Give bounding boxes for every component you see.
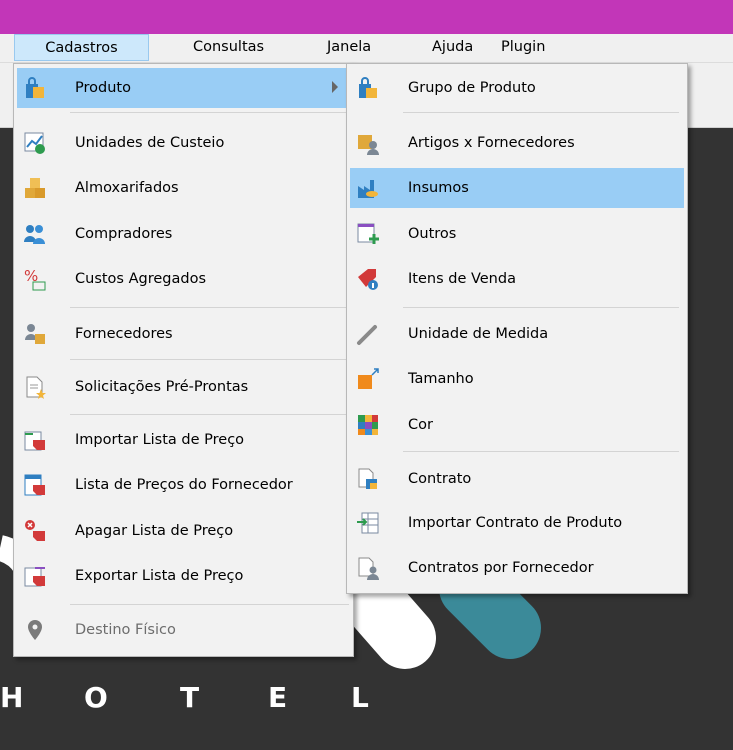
menu-item-artigos-fornecedores[interactable]: Artigos x Fornecedores xyxy=(350,123,684,163)
menu-item-solicitacoes[interactable]: Solicitações Pré-Prontas xyxy=(17,367,350,407)
list-add-icon xyxy=(357,223,379,244)
menu-item-label: Apagar Lista de Preço xyxy=(75,523,234,539)
menu-separator xyxy=(70,359,349,360)
delete-price-icon xyxy=(25,520,45,541)
import-table-icon xyxy=(357,512,379,534)
menu-item-label: Contratos por Fornecedor xyxy=(408,560,594,576)
hotel-letter-e: E xyxy=(268,681,288,714)
people-icon xyxy=(24,225,45,244)
pen-icon xyxy=(357,325,377,345)
boxes-icon xyxy=(25,178,45,198)
menu-item-almoxarifados[interactable]: Almoxarifados xyxy=(17,168,350,208)
hotel-letter-l: L xyxy=(351,681,369,714)
menu-janela[interactable]: Janela xyxy=(327,34,371,61)
hotel-letter-t: T xyxy=(180,681,200,714)
menu-separator xyxy=(70,112,349,113)
window-titlebar xyxy=(0,0,733,34)
menu-item-outros[interactable]: Outros xyxy=(350,214,684,254)
menu-plugin[interactable]: Plugin xyxy=(501,34,545,61)
resize-icon xyxy=(358,368,379,389)
supplier-icon xyxy=(25,324,45,344)
hotel-letter-o: O xyxy=(84,681,108,714)
export-price-icon xyxy=(24,567,45,587)
menu-item-contrato[interactable]: Contrato xyxy=(350,459,684,499)
menu-item-label: Produto xyxy=(75,80,131,96)
menu-item-label: Destino Físico xyxy=(75,622,176,638)
menu-item-label: Itens de Venda xyxy=(408,271,516,287)
menu-item-label: Custos Agregados xyxy=(75,271,206,287)
produto-bag-icon xyxy=(26,77,44,98)
menu-item-fornecedores[interactable]: Fornecedores xyxy=(17,314,350,354)
menu-item-label: Importar Lista de Preço xyxy=(75,432,245,448)
import-price-icon xyxy=(24,431,45,451)
menu-item-importar-contrato[interactable]: Importar Contrato de Produto xyxy=(350,503,684,543)
menu-item-tamanho[interactable]: Tamanho xyxy=(350,359,684,399)
menu-item-label: Compradores xyxy=(75,226,173,242)
menu-item-custos-agregados[interactable]: % Custos Agregados xyxy=(17,259,350,299)
location-pin-icon xyxy=(28,620,42,640)
price-list-icon xyxy=(24,474,45,496)
menu-item-label: Importar Contrato de Produto xyxy=(408,515,623,531)
menu-item-unidade-medida[interactable]: Unidade de Medida xyxy=(350,314,684,354)
contract-person-icon xyxy=(358,557,379,580)
product-group-icon xyxy=(359,77,377,98)
produto-submenu: Grupo de Produto Artigos x Fornecedores … xyxy=(346,63,688,594)
menu-item-label: Outros xyxy=(408,226,457,242)
menu-item-label: Grupo de Produto xyxy=(408,80,536,96)
menu-ajuda[interactable]: Ajuda xyxy=(432,34,473,61)
menu-separator xyxy=(403,307,679,308)
contract-icon xyxy=(358,468,377,489)
menu-item-itens-venda[interactable]: Itens de Venda xyxy=(350,259,684,299)
menu-item-label: Cor xyxy=(408,417,433,433)
menu-item-label: Artigos x Fornecedores xyxy=(408,135,575,151)
menu-item-label: Exportar Lista de Preço xyxy=(75,568,244,584)
menu-item-label: Contrato xyxy=(408,471,472,487)
menu-item-exportar-lista[interactable]: Exportar Lista de Preço xyxy=(17,556,350,596)
menu-item-importar-lista[interactable]: Importar Lista de Preço xyxy=(17,420,350,460)
document-star-icon xyxy=(26,376,46,399)
menu-item-unidades-custeio[interactable]: Unidades de Custeio xyxy=(17,123,350,163)
menu-bar: Cadastros Consultas Janela Ajuda Plugin xyxy=(0,34,733,63)
menu-separator xyxy=(403,451,679,452)
logo-white-shape xyxy=(339,567,436,669)
menu-separator xyxy=(70,604,349,605)
menu-cadastros[interactable]: Cadastros xyxy=(14,34,149,61)
color-grid-icon xyxy=(358,415,378,435)
menu-separator xyxy=(403,112,679,113)
menu-item-destino-fisico: Destino Físico xyxy=(17,610,350,650)
factory-icon xyxy=(358,180,378,198)
submenu-arrow-icon xyxy=(332,81,338,93)
menu-item-lista-precos-fornecedor[interactable]: Lista de Preços do Fornecedor xyxy=(17,465,350,505)
menu-item-label: Unidade de Medida xyxy=(408,326,549,342)
percent-icon: % xyxy=(24,267,46,291)
menu-item-label: Lista de Preços do Fornecedor xyxy=(75,477,293,493)
hotel-letter-h: H xyxy=(0,681,24,714)
cadastros-dropdown: Produto Unidades de Custeio Almoxarifado… xyxy=(13,63,354,657)
menu-item-label: Insumos xyxy=(408,180,469,196)
menu-item-label: Tamanho xyxy=(408,371,474,387)
menu-item-label: Almoxarifados xyxy=(75,180,179,196)
menu-item-compradores[interactable]: Compradores xyxy=(17,214,350,254)
menu-item-contratos-fornecedor[interactable]: Contratos por Fornecedor xyxy=(350,548,684,588)
menu-item-label: Fornecedores xyxy=(75,326,173,342)
menu-consultas[interactable]: Consultas xyxy=(193,34,264,61)
sale-tag-icon xyxy=(358,269,378,290)
articles-suppliers-icon xyxy=(358,135,379,155)
menu-item-label: Unidades de Custeio xyxy=(75,135,225,151)
menu-item-cor[interactable]: Cor xyxy=(350,405,684,445)
menu-separator xyxy=(70,414,349,415)
menu-item-grupo-produto[interactable]: Grupo de Produto xyxy=(350,68,684,108)
menu-item-label: Solicitações Pré-Prontas xyxy=(75,379,249,395)
menu-separator xyxy=(70,307,349,308)
logo-teal-shape xyxy=(439,557,541,659)
menu-item-produto[interactable]: Produto xyxy=(17,68,350,108)
menu-item-apagar-lista[interactable]: Apagar Lista de Preço xyxy=(17,511,350,551)
chart-money-icon xyxy=(24,132,45,154)
menu-item-insumos[interactable]: Insumos xyxy=(350,168,684,208)
